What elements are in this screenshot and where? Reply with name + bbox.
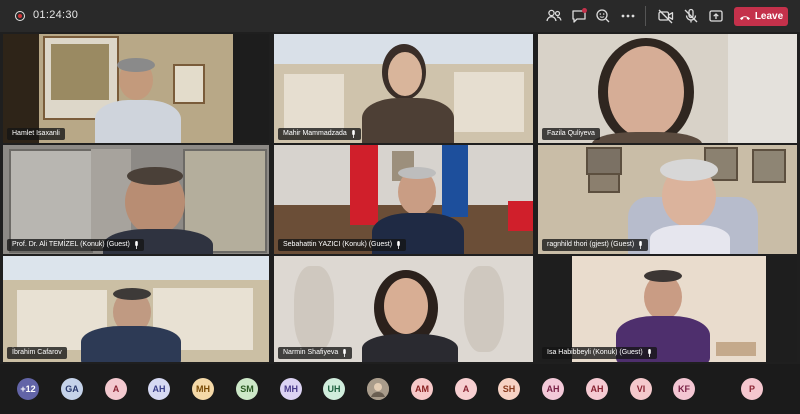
leave-button[interactable]: Leave <box>734 7 788 26</box>
participant-name-tag: İbrahim Cafarov <box>7 347 67 359</box>
participant-name-tag: ragnhild thori (gjest) (Guest) <box>542 239 649 251</box>
participant-avatar[interactable]: SM <box>236 378 258 400</box>
participant-avatar[interactable]: KF <box>673 378 695 400</box>
participant-name-tag: Hamlet Isaxanli <box>7 128 65 140</box>
mic-muted-icon <box>352 130 355 138</box>
participant-name: Mahir Mammadzada <box>283 130 347 137</box>
toolbar-divider <box>645 6 646 26</box>
participant-avatar[interactable]: A <box>455 378 477 400</box>
mic-muted-icon <box>397 241 400 249</box>
participant-avatar[interactable]: MH <box>192 378 214 400</box>
participant-name: Prof. Dr. Ali TEMİZEL (Konuk) (Guest) <box>12 241 130 248</box>
participant-name: Fazila Quliyeva <box>547 130 595 137</box>
mic-off-icon[interactable] <box>681 6 701 26</box>
video-tile[interactable]: İbrahim Cafarov <box>3 256 269 362</box>
participant-name-tag: Fazila Quliyeva <box>542 128 600 140</box>
participant-avatar[interactable]: AH <box>586 378 608 400</box>
participant-name-tag: Prof. Dr. Ali TEMİZEL (Konuk) (Guest) <box>7 239 144 251</box>
meeting-header: 01:24:30 Leave <box>0 0 800 32</box>
user-photo-icon <box>367 378 389 400</box>
participant-name-tag: Sebahattin YAZICI (Konuk) (Guest) <box>278 239 407 251</box>
video-tile[interactable]: Narmin Shafiyeva <box>274 256 533 362</box>
mic-muted-icon <box>135 241 138 249</box>
meeting-timer: 01:24:30 <box>33 9 79 21</box>
camera-off-icon[interactable] <box>656 6 676 26</box>
phone-hangup-icon <box>739 15 750 20</box>
participant-avatar[interactable]: P <box>741 378 763 400</box>
reactions-icon[interactable] <box>593 6 613 26</box>
participant-avatar[interactable]: UH <box>323 378 345 400</box>
video-tile[interactable]: Sebahattin YAZICI (Konuk) (Guest) <box>274 145 533 254</box>
more-icon[interactable] <box>618 6 638 26</box>
mic-muted-icon <box>639 241 642 249</box>
participant-avatar[interactable]: MH <box>280 378 302 400</box>
more-participants-badge[interactable]: +12 <box>17 378 39 400</box>
participant-avatar[interactable]: VI <box>630 378 652 400</box>
share-screen-icon[interactable] <box>706 6 726 26</box>
leave-button-label: Leave <box>754 11 784 22</box>
participant-name: Hamlet Isaxanli <box>12 130 60 137</box>
video-tile[interactable]: Fazila Quliyeva <box>538 34 797 143</box>
participant-avatar[interactable]: AM <box>411 378 433 400</box>
video-tile[interactable]: Prof. Dr. Ali TEMİZEL (Konuk) (Guest) <box>3 145 269 254</box>
participant-name: Isa Habibbeyli (Konuk) (Guest) <box>547 349 643 356</box>
participant-name-tag: Mahir Mammadzada <box>278 128 361 140</box>
participant-name: ragnhild thori (gjest) (Guest) <box>547 241 635 248</box>
mic-muted-icon <box>343 349 347 357</box>
mic-muted-icon <box>647 349 651 357</box>
participant-avatar[interactable]: SH <box>498 378 520 400</box>
participant-name: Narmin Shafiyeva <box>283 349 339 356</box>
participant-avatar[interactable]: AH <box>148 378 170 400</box>
video-tile[interactable]: Mahir Mammadzada <box>274 34 533 143</box>
participant-name-tag: Isa Habibbeyli (Konuk) (Guest) <box>542 347 657 359</box>
participant-roster: +12 GA A AH MH SM MH UH AM A SH AH AH VI… <box>0 364 800 414</box>
participant-avatar[interactable]: AH <box>542 378 564 400</box>
recording-icon <box>15 11 25 21</box>
chat-icon[interactable] <box>569 6 589 26</box>
participant-photo-avatar[interactable] <box>367 378 389 400</box>
video-tile[interactable]: ragnhild thori (gjest) (Guest) <box>538 145 797 254</box>
participant-name: İbrahim Cafarov <box>12 349 62 356</box>
people-icon[interactable] <box>544 6 564 26</box>
video-tile[interactable]: Hamlet Isaxanli <box>3 34 269 143</box>
participant-avatar[interactable]: A <box>105 378 127 400</box>
participant-avatar[interactable]: GA <box>61 378 83 400</box>
participant-name-tag: Narmin Shafiyeva <box>278 347 353 359</box>
participant-name: Sebahattin YAZICI (Konuk) (Guest) <box>283 241 393 248</box>
video-tile[interactable]: Isa Habibbeyli (Konuk) (Guest) <box>538 256 797 362</box>
